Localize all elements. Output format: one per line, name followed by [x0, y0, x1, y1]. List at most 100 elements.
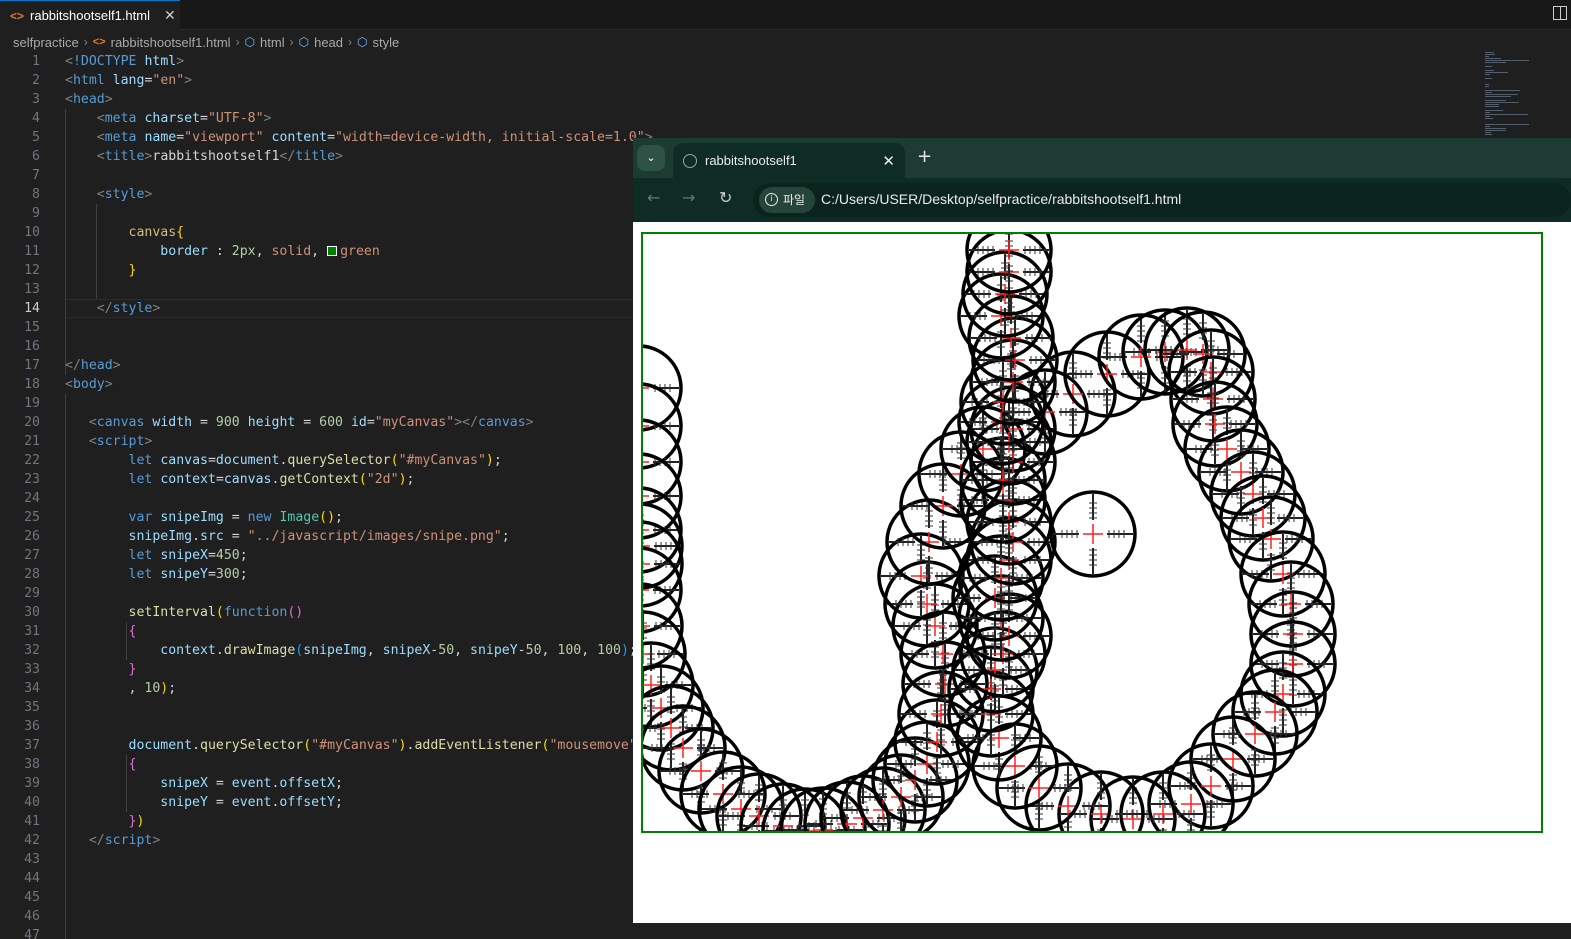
code-line[interactable]: 36	[0, 717, 633, 736]
line-number: 45	[24, 890, 40, 905]
code-token: green	[340, 244, 380, 259]
code-token: ()	[287, 605, 304, 620]
code-line[interactable]: 18 <body>	[0, 375, 633, 394]
code-line[interactable]: 22 let canvas=document.querySelector("#m…	[0, 451, 633, 470]
code-line[interactable]: 6 <title>rabbitshootself1</title>	[0, 147, 633, 166]
code-line[interactable]: 24	[0, 489, 633, 508]
code-line[interactable]: 1 <!DOCTYPE html>	[0, 52, 633, 71]
code-line[interactable]: 37 document.querySelector("#myCanvas").a…	[0, 736, 645, 755]
code-text: {	[65, 622, 137, 641]
code-token: let	[128, 548, 153, 563]
code-token: ;	[493, 453, 502, 468]
address-bar[interactable]: i 파일 C:/Users/USER/Desktop/selfpractice/…	[753, 183, 1571, 217]
code-line[interactable]: 27 let snipeX=450;	[0, 546, 633, 565]
code-line[interactable]: 21 <script>	[0, 432, 633, 451]
layout-toggle-icon[interactable]	[1553, 6, 1567, 20]
code-line[interactable]: 41 })	[0, 812, 633, 831]
code-line[interactable]: 45	[0, 888, 633, 907]
line-number: 32	[24, 643, 40, 658]
code-line[interactable]: 47	[0, 926, 633, 939]
code-line[interactable]: 46	[0, 907, 633, 926]
code-token: )	[485, 453, 494, 468]
chevron-right-icon: ›	[235, 35, 240, 49]
code-line[interactable]: 33 }	[0, 660, 633, 679]
my-canvas[interactable]	[641, 232, 1543, 833]
code-line[interactable]: 8 <style>	[0, 185, 633, 204]
code-line[interactable]: 3 <head>	[0, 90, 633, 109]
minimap-line	[1485, 62, 1506, 63]
code-line[interactable]: 16	[0, 337, 633, 356]
code-line[interactable]: 14 </style>	[0, 299, 633, 318]
reload-icon[interactable]: ↻	[719, 188, 732, 207]
code-line[interactable]: 17 </head>	[0, 356, 633, 375]
code-line[interactable]: 15	[0, 318, 633, 337]
line-number: 28	[24, 567, 40, 582]
code-line[interactable]: 5 <meta name="viewport" content="width=d…	[0, 128, 653, 147]
code-line[interactable]: 7	[0, 166, 633, 185]
code-line[interactable]: 4 <meta charset="UTF-8">	[0, 109, 633, 128]
breadcrumb-folder[interactable]: selfpractice	[13, 35, 79, 50]
code-line[interactable]: 26 snipeImg.src = "../javascript/images/…	[0, 527, 633, 546]
code-line[interactable]: 42 </script>	[0, 831, 633, 850]
browser-tab[interactable]: rabbitshootself1 ✕	[673, 143, 905, 178]
code-line[interactable]: 19	[0, 394, 633, 413]
url-text[interactable]: C:/Users/USER/Desktop/selfpractice/rabbi…	[821, 191, 1181, 207]
site-info-chip[interactable]: i 파일	[759, 187, 816, 213]
code-token: ;	[406, 472, 415, 487]
close-icon[interactable]: ✕	[164, 7, 176, 24]
breadcrumb-style[interactable]: style	[373, 35, 400, 50]
back-arrow-icon[interactable]: ←	[647, 188, 660, 207]
code-line[interactable]: 44	[0, 869, 633, 888]
code-token: 450	[215, 548, 240, 563]
breadcrumb-head[interactable]: head	[314, 35, 343, 50]
color-swatch-icon[interactable]	[327, 246, 338, 256]
code-token: snipeX	[160, 548, 208, 563]
code-token: =	[366, 415, 375, 430]
code-token: meta	[104, 111, 137, 126]
code-text: {	[65, 755, 137, 774]
new-tab-button[interactable]: +	[917, 146, 932, 167]
canvas-drawing	[643, 234, 1337, 831]
line-number: 34	[24, 681, 40, 696]
code-token: {	[128, 624, 137, 639]
code-line[interactable]: 40 snipeY = event.offsetY;	[0, 793, 633, 812]
code-line[interactable]: 38 {	[0, 755, 633, 774]
code-line[interactable]: 20 <canvas width = 900 height = 600 id="…	[0, 413, 633, 432]
code-line[interactable]: 11 border : 2px, solid, green	[0, 242, 633, 261]
code-line[interactable]: 12 }	[0, 261, 633, 280]
editor-tab[interactable]: <> rabbitshootself1.html ✕	[0, 0, 180, 30]
code-editor[interactable]: 1 <!DOCTYPE html> 2 <html lang="en"> 3 <head>…	[0, 52, 653, 939]
code-line[interactable]: 35	[0, 698, 633, 717]
code-token: function	[223, 605, 288, 620]
code-line[interactable]: 29	[0, 584, 633, 603]
code-line[interactable]: 31 {	[0, 622, 633, 641]
code-line[interactable]: 13	[0, 280, 633, 299]
breadcrumb-file[interactable]: rabbitshootself1.html	[111, 35, 231, 50]
forward-arrow-icon[interactable]: →	[682, 188, 695, 207]
breadcrumb-html[interactable]: html	[260, 35, 285, 50]
code-line[interactable]: 32 context.drawImage(snipeImg, snipeX-50…	[0, 641, 637, 660]
code-token: var	[128, 510, 153, 525]
code-line[interactable]: 2 <html lang="en">	[0, 71, 633, 90]
close-tab-icon[interactable]: ✕	[882, 152, 895, 170]
code-line[interactable]: 9	[0, 204, 633, 223]
code-token: ,	[366, 643, 383, 658]
code-line[interactable]: 43	[0, 850, 633, 869]
code-line[interactable]: 25 var snipeImg = new Image();	[0, 508, 633, 527]
code-token: width	[152, 415, 193, 430]
code-line[interactable]: 23 let context=canvas.getContext("2d");	[0, 470, 633, 489]
code-token: ,	[311, 244, 328, 259]
code-line[interactable]: 30 setInterval(function()	[0, 603, 633, 622]
code-line[interactable]: 28 let snipeY=300;	[0, 565, 633, 584]
tab-search-dropdown[interactable]: ⌄	[637, 145, 665, 171]
code-token: 300	[215, 567, 240, 582]
code-line[interactable]: 39 snipeX = event.offsetX;	[0, 774, 633, 793]
code-token: =	[207, 776, 232, 791]
code-line[interactable]: 34 , 10);	[0, 679, 633, 698]
code-text: <body>	[65, 375, 113, 394]
code-line[interactable]: 10 canvas{	[0, 223, 633, 242]
minimap[interactable]	[1482, 52, 1542, 142]
